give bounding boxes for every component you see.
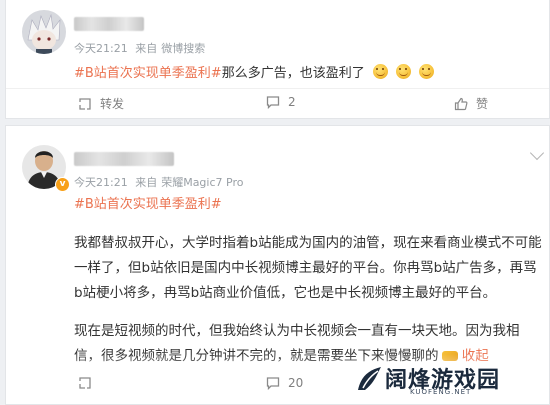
repost-button[interactable]: 转发 bbox=[78, 95, 124, 112]
watermark-subtitle: KUOFENG.NET bbox=[410, 388, 472, 396]
comment-button[interactable]: 20 bbox=[266, 376, 303, 390]
comment-count: 2 bbox=[288, 95, 296, 109]
laugh-emoji-icon bbox=[372, 64, 388, 79]
site-watermark: 阔烽游戏园 KUOFENG.NET bbox=[355, 362, 550, 400]
like-label: 赞 bbox=[476, 97, 489, 111]
username-blurred[interactable] bbox=[74, 152, 174, 166]
thumbs-up-icon bbox=[454, 97, 468, 110]
verified-badge: v bbox=[55, 177, 70, 192]
post-time[interactable]: 今天21:21 bbox=[74, 176, 128, 189]
username-blurred[interactable] bbox=[74, 17, 144, 31]
comment-button[interactable]: 2 bbox=[266, 95, 296, 109]
post-source: 荣耀Magic7 Pro bbox=[161, 176, 244, 189]
post-text: 那么多广告，也该盈利了 bbox=[221, 66, 365, 81]
repost-button[interactable] bbox=[78, 376, 100, 390]
comment-icon bbox=[266, 96, 280, 109]
repost-label: 转发 bbox=[100, 97, 125, 111]
topic-link[interactable]: #B站首次实现单季盈利# bbox=[74, 197, 222, 212]
topic-link[interactable]: #B站首次实现单季盈利# bbox=[74, 66, 222, 81]
comment-icon bbox=[266, 377, 280, 390]
like-button[interactable]: 赞 bbox=[454, 95, 488, 112]
post-paragraph-1: 我都替叔叔开心，大学时指着b站能成为国内的油管，现在来看商业模式不可能一样了，但… bbox=[74, 235, 542, 301]
post-content: #B站首次实现单季盈利#那么多广告，也该盈利了 bbox=[74, 62, 435, 81]
comment-count: 20 bbox=[288, 376, 304, 390]
weibo-post-1: 今天21:21 来自 微博搜索 #B站首次实现单季盈利#那么多广告，也该盈利了 转… bbox=[5, 0, 550, 119]
laugh-emoji-icon bbox=[396, 64, 412, 79]
chevron-down-icon[interactable] bbox=[529, 145, 545, 161]
post-source-prefix: 来自 bbox=[135, 42, 158, 55]
repost-icon bbox=[79, 377, 91, 389]
avatar[interactable] bbox=[22, 10, 66, 54]
laugh-emoji-icon bbox=[419, 64, 435, 79]
post-topic: #B站首次实现单季盈利# bbox=[74, 193, 222, 212]
clap-emoji-icon bbox=[441, 351, 458, 361]
post-meta: 今天21:21 来自 荣耀Magic7 Pro bbox=[74, 174, 247, 190]
repost-icon bbox=[79, 97, 91, 110]
divider bbox=[6, 88, 549, 89]
watermark-logo-icon bbox=[358, 367, 381, 390]
post-source-prefix: 来自 bbox=[135, 176, 158, 189]
post-body: 我都替叔叔开心，大学时指着b站能成为国内的油管，现在来看商业模式不可能一样了，但… bbox=[74, 231, 544, 382]
post-meta: 今天21:21 来自 微博搜索 bbox=[74, 40, 209, 56]
post-time[interactable]: 今天21:21 bbox=[74, 42, 128, 55]
post-source: 微博搜索 bbox=[161, 42, 206, 55]
